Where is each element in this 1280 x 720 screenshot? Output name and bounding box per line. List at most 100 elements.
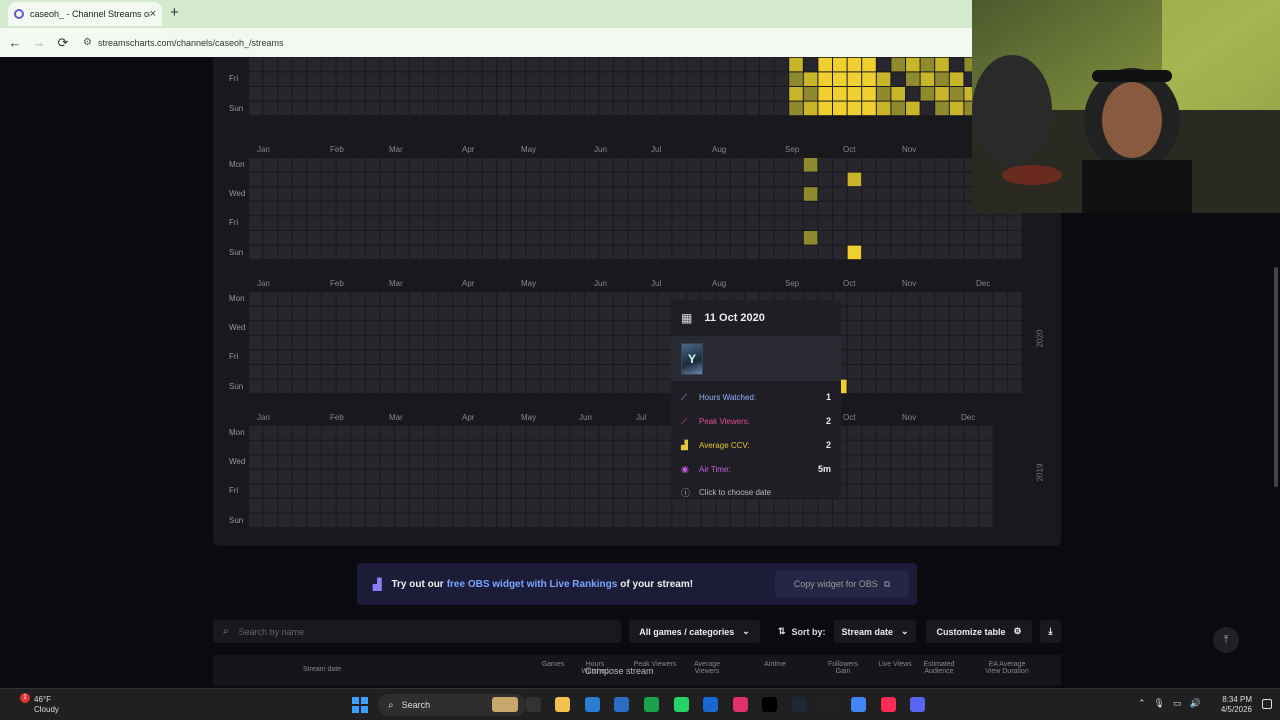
heatmap-cell[interactable] [482,306,497,321]
heatmap-cell[interactable] [906,426,920,440]
heatmap-cell[interactable] [453,245,467,260]
heatmap-cell[interactable] [570,455,584,469]
heatmap-cell[interactable] [511,201,526,216]
heatmap-cell[interactable] [438,245,453,260]
heatmap-cell[interactable] [395,292,409,306]
heatmap-cell[interactable] [365,484,380,498]
heatmap-cell[interactable] [438,469,453,484]
search-input[interactable]: ⌕ Search by name [213,620,621,643]
heatmap-cell[interactable] [876,469,891,484]
heatmap-cell[interactable] [453,379,467,394]
heatmap-cell[interactable] [526,306,540,321]
heatmap-cell[interactable] [365,245,380,260]
heatmap-cell[interactable] [760,245,774,260]
heatmap-cell[interactable] [497,306,511,321]
heatmap-cell[interactable] [365,335,380,350]
games-dropdown[interactable]: All games / categories ⌄ [629,620,760,643]
heatmap-cell[interactable] [351,499,365,513]
heatmap-cell[interactable] [424,87,438,101]
tiktok-live-icon[interactable] [880,697,896,712]
heatmap-cell[interactable] [979,231,993,245]
heatmap-cell[interactable] [730,57,745,72]
heatmap-cell[interactable] [745,187,759,201]
heatmap-grid[interactable] [249,292,1025,396]
heatmap-cell[interactable] [424,484,438,498]
heatmap-cell[interactable] [438,379,453,394]
heatmap-cell[interactable] [935,440,949,455]
heatmap-cell[interactable] [307,499,321,513]
heatmap-cell[interactable] [964,426,978,440]
heatmap-cell[interactable] [278,245,292,260]
heatmap-cell[interactable] [657,201,672,216]
heatmap-cell[interactable] [979,335,993,350]
heatmap-cell[interactable] [322,231,336,245]
heatmap-cell[interactable] [395,201,409,216]
heatmap-cell[interactable] [453,365,467,379]
heatmap-cell[interactable] [365,321,380,335]
notifications-icon[interactable] [1262,699,1272,709]
heatmap-cell[interactable] [278,469,292,484]
heatmap-cell[interactable] [920,455,935,469]
heatmap-cell[interactable] [249,306,263,321]
heatmap-cell[interactable] [409,499,424,513]
heatmap-cell[interactable] [570,216,584,230]
heatmap-cell[interactable] [657,101,672,116]
heatmap-cell[interactable] [935,172,949,187]
heatmap-cell[interactable] [395,306,409,321]
heatmap-cell[interactable] [818,87,832,101]
heatmap-cell[interactable] [628,455,643,469]
heatmap-cell[interactable] [322,87,336,101]
heatmap-cell[interactable] [949,335,964,350]
heatmap-cell[interactable] [774,72,789,86]
heatmap-cell[interactable] [687,216,701,230]
heatmap-cell[interactable] [526,469,540,484]
heatmap-cell[interactable] [424,245,438,260]
heatmap-cell[interactable] [322,245,336,260]
heatmap-cell[interactable] [862,245,876,260]
heatmap-cell[interactable] [409,306,424,321]
tab-close-icon[interactable]: × [150,8,156,20]
heatmap-cell[interactable] [920,513,935,528]
heatmap-cell[interactable] [409,365,424,379]
heatmap-cell[interactable] [657,440,672,455]
heatmap-cell[interactable] [920,72,935,86]
heatmap-cell[interactable] [949,216,964,230]
heatmap-cell[interactable] [555,440,570,455]
heatmap-cell[interactable] [876,172,891,187]
heatmap-cell[interactable] [292,513,307,528]
heatmap-cell[interactable] [803,245,818,260]
heatmap-cell[interactable] [862,350,876,364]
heatmap-cell[interactable] [424,426,438,440]
heatmap-cell[interactable] [920,350,935,364]
heatmap-cell[interactable] [380,57,394,72]
heatmap-cell[interactable] [365,469,380,484]
heatmap-cell[interactable] [964,469,978,484]
heatmap-cell[interactable] [730,216,745,230]
heatmap-cell[interactable] [526,57,540,72]
heatmap-cell[interactable] [891,513,905,528]
heatmap-cell[interactable] [541,158,555,172]
heatmap-cell[interactable] [438,216,453,230]
heatmap-cell[interactable] [541,216,555,230]
heatmap-cell[interactable] [906,321,920,335]
heatmap-cell[interactable] [599,440,613,455]
heatmap-cell[interactable] [263,321,278,335]
heatmap-cell[interactable] [920,484,935,498]
heatmap-cell[interactable] [526,440,540,455]
heatmap-cell[interactable] [292,426,307,440]
heatmap-cell[interactable] [511,245,526,260]
heatmap-cell[interactable] [380,499,394,513]
scroll-to-top-button[interactable]: ⤒ [1213,627,1239,653]
heatmap-cell[interactable] [862,499,876,513]
heatmap-cell[interactable] [599,499,613,513]
heatmap-cell[interactable] [876,440,891,455]
heatmap-cell[interactable] [643,245,657,260]
heatmap-cell[interactable] [584,455,599,469]
heatmap-cell[interactable] [278,216,292,230]
heatmap-cell[interactable] [716,57,730,72]
instagram-icon[interactable] [732,697,748,712]
heatmap-cell[interactable] [482,440,497,455]
heatmap-cell[interactable] [935,513,949,528]
heatmap-cell[interactable] [847,245,862,260]
heatmap-cell[interactable] [847,440,862,455]
